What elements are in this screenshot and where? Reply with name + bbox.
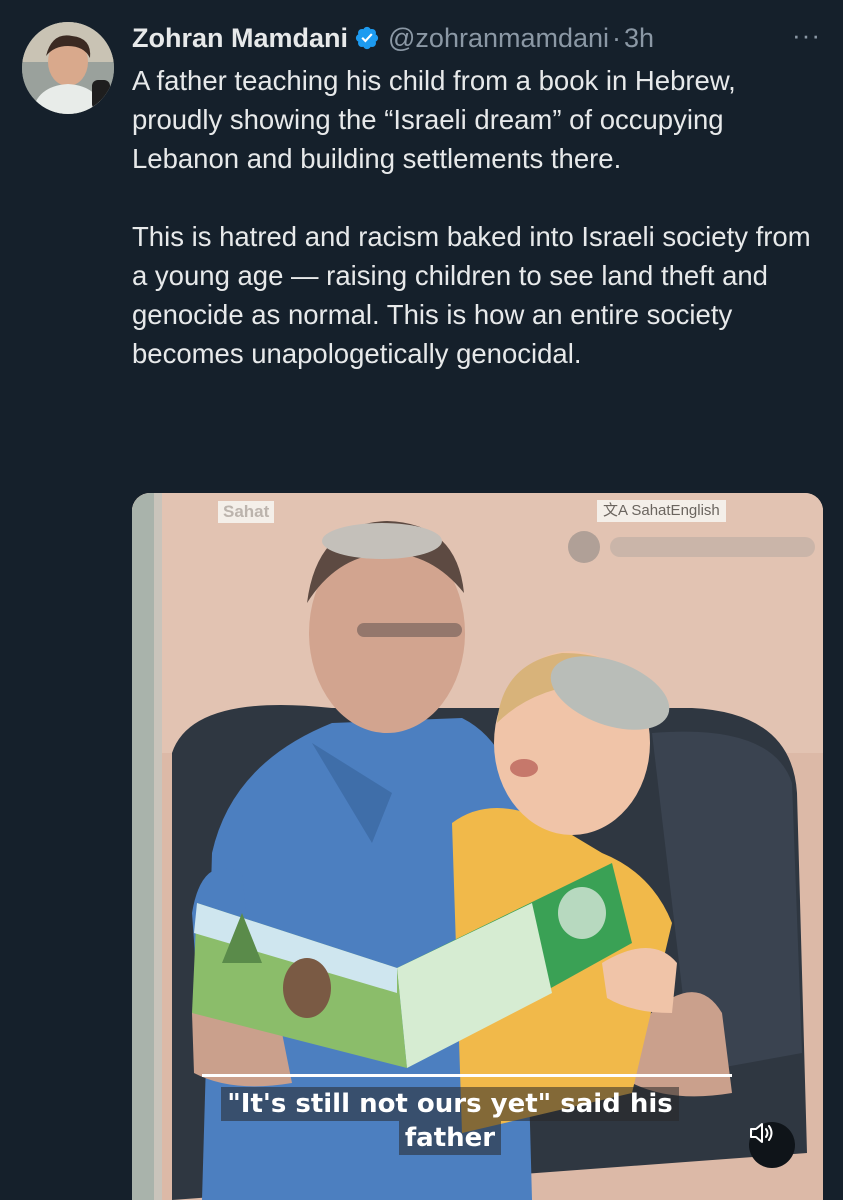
caption-line: "It's still not ours yet" said his [221, 1087, 679, 1121]
watermark-sahat: Sahat [218, 501, 275, 523]
watermark-sahat-english: 文A SahatEnglish [597, 500, 726, 522]
tweet-text: A father teaching his child from a book … [132, 61, 832, 373]
translate-icon: 文A [603, 502, 632, 519]
caption-line: father [398, 1121, 502, 1155]
video-caption: "It's still not ours yet" said his fathe… [200, 1087, 700, 1155]
watermark-right-label: SahatEnglish [631, 502, 720, 519]
tweet-paragraph: A father teaching his child from a book … [132, 65, 736, 174]
timestamp[interactable]: 3h [624, 23, 654, 54]
author-name[interactable]: Zohran Mamdani [132, 23, 348, 54]
speaker-muted-icon [750, 1123, 773, 1143]
tweet-paragraph: This is hatred and racism baked into Isr… [132, 221, 811, 369]
separator-dot: · [612, 22, 622, 53]
tweet-header: Zohran Mamdani @zohranmamdani · 3h ··· [132, 20, 827, 56]
more-options-icon[interactable]: ··· [792, 20, 821, 51]
mute-button[interactable] [749, 1122, 795, 1168]
avatar-image [22, 22, 114, 114]
video-player[interactable]: Sahat 文A SahatEnglish "It's still not ou… [132, 493, 823, 1200]
verified-badge-icon [354, 25, 380, 51]
author-handle[interactable]: @zohranmamdani [388, 23, 609, 54]
avatar[interactable] [22, 22, 114, 114]
